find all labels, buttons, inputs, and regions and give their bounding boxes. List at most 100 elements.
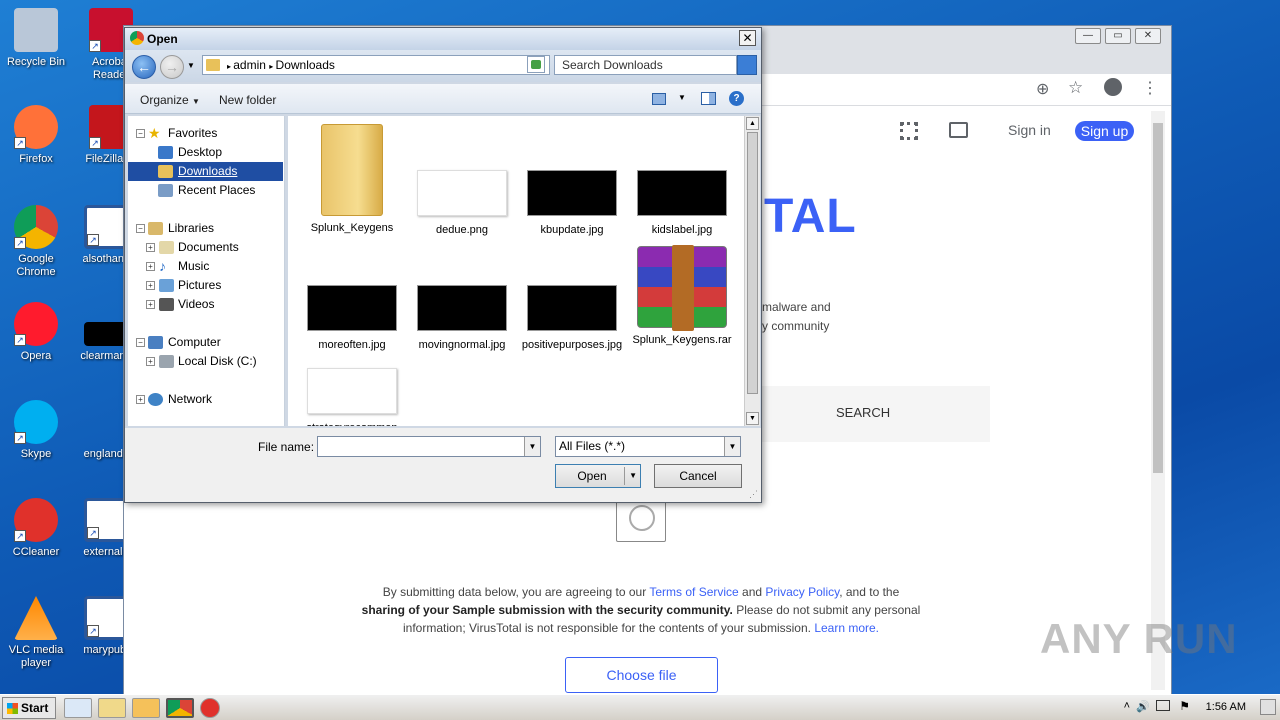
organize-button[interactable]: Organize ▼: [140, 93, 200, 107]
zoom-icon[interactable]: ⊕: [1036, 79, 1049, 99]
show-desktop-button[interactable]: [1260, 699, 1276, 715]
breadcrumb-downloads[interactable]: Downloads: [276, 58, 335, 72]
block-icon[interactable]: [200, 698, 220, 718]
file-item[interactable]: strategyrecommen: [300, 368, 404, 426]
expand-icon[interactable]: +: [136, 395, 145, 404]
dialog-titlebar[interactable]: Open ✕: [125, 28, 761, 50]
explorer-icon[interactable]: [98, 698, 126, 718]
file-item[interactable]: Splunk_Keygens.rar: [630, 245, 734, 347]
scrollbar-thumb[interactable]: [1153, 123, 1163, 473]
nav-local-disk[interactable]: + Local Disk (C:): [128, 352, 283, 371]
clock[interactable]: 1:56 AM: [1206, 701, 1246, 713]
cancel-button[interactable]: Cancel: [654, 464, 742, 488]
address-bar[interactable]: ▸ admin ▸ Downloads ▼: [202, 55, 550, 75]
ie-icon[interactable]: [64, 698, 92, 718]
resize-grip-icon[interactable]: ⋰: [749, 489, 758, 500]
dialog-close-button[interactable]: ✕: [739, 30, 756, 46]
image-thumbnail: [417, 285, 507, 331]
terms-of-service-link[interactable]: Terms of Service: [649, 585, 738, 599]
file-item[interactable]: moreoften.jpg: [300, 285, 404, 352]
desktop-icon-ccleaner[interactable]: ↗ CCleaner: [0, 498, 72, 559]
description-line: malware and: [762, 300, 831, 314]
chevron-down-icon[interactable]: ▼: [629, 465, 637, 487]
nav-music[interactable]: + ♪ Music: [128, 257, 283, 276]
signin-link[interactable]: Sign in: [1008, 122, 1051, 138]
file-type-select[interactable]: All Files (*.*) ▼: [555, 436, 741, 457]
breadcrumb-admin[interactable]: admin: [233, 58, 266, 72]
new-folder-button[interactable]: New folder: [219, 93, 276, 107]
expand-icon[interactable]: +: [146, 357, 155, 366]
expand-icon[interactable]: +: [146, 262, 155, 271]
flag-icon[interactable]: ⚑: [1179, 699, 1190, 713]
chevron-down-icon[interactable]: ▼: [524, 437, 540, 456]
desktop-icon-skype[interactable]: ↗ Skype: [0, 400, 72, 461]
chrome-taskbar-icon[interactable]: [166, 698, 194, 718]
privacy-policy-link[interactable]: Privacy Policy: [765, 585, 839, 599]
collapse-icon[interactable]: −: [136, 338, 145, 347]
tab-search[interactable]: SEARCH: [836, 405, 890, 420]
refresh-icon[interactable]: [527, 56, 545, 73]
network-tray-icon[interactable]: [1156, 700, 1170, 711]
nav-libraries[interactable]: − Libraries: [128, 219, 283, 238]
tray-expand-icon[interactable]: ˄: [1124, 700, 1130, 712]
file-list-scrollbar[interactable]: ▲ ▼: [744, 116, 760, 426]
nav-recent-places[interactable]: Recent Places: [128, 181, 283, 200]
start-button[interactable]: Start: [2, 697, 56, 719]
search-input[interactable]: Search Downloads: [554, 55, 737, 75]
expand-icon[interactable]: +: [146, 243, 155, 252]
file-item[interactable]: Splunk_Keygens: [300, 124, 404, 235]
search-icon[interactable]: [737, 55, 757, 75]
file-name: kidslabel.jpg: [651, 224, 713, 236]
feedback-icon[interactable]: [949, 122, 968, 138]
learn-more-link[interactable]: Learn more.: [814, 621, 879, 635]
expand-icon[interactable]: +: [146, 281, 155, 290]
star-icon[interactable]: ☆: [1068, 78, 1083, 98]
file-item[interactable]: dedue.png: [410, 170, 514, 237]
volume-icon[interactable]: 🔊: [1136, 700, 1150, 713]
virustotal-logo-text: TAL: [764, 190, 857, 243]
scrollbar-thumb[interactable]: [747, 132, 758, 394]
nav-desktop[interactable]: Desktop: [128, 143, 283, 162]
page-scrollbar[interactable]: [1151, 111, 1165, 690]
nav-pictures[interactable]: + Pictures: [128, 276, 283, 295]
nav-computer[interactable]: − Computer: [128, 333, 283, 352]
minimize-button[interactable]: —: [1075, 28, 1101, 44]
open-button[interactable]: Open ▼: [555, 464, 641, 488]
file-item[interactable]: kbupdate.jpg: [520, 170, 624, 237]
desktop-icon-vlc[interactable]: VLC media player: [0, 596, 72, 670]
file-item[interactable]: movingnormal.jpg: [410, 285, 514, 352]
scroll-down-icon[interactable]: ▼: [746, 412, 759, 425]
media-player-icon[interactable]: [132, 698, 160, 718]
chevron-down-icon[interactable]: ▼: [724, 437, 740, 456]
forward-button[interactable]: →: [160, 55, 184, 79]
scroll-up-icon[interactable]: ▲: [746, 117, 759, 130]
file-item[interactable]: kidslabel.jpg: [630, 170, 734, 237]
desktop-icon-opera[interactable]: ↗ Opera: [0, 302, 72, 363]
kebab-menu-icon[interactable]: ⋮: [1142, 78, 1158, 98]
nav-documents[interactable]: + Documents: [128, 238, 283, 257]
signup-button[interactable]: Sign up: [1075, 121, 1134, 141]
profile-icon[interactable]: [1104, 78, 1122, 96]
expand-icon[interactable]: +: [146, 300, 155, 309]
recent-locations-chevron-icon[interactable]: ▼: [187, 61, 195, 70]
view-options-icon[interactable]: [652, 93, 666, 105]
preview-pane-icon[interactable]: [701, 92, 716, 105]
nav-videos[interactable]: + Videos: [128, 295, 283, 314]
close-button[interactable]: ✕: [1135, 28, 1161, 44]
file-name-input[interactable]: ▼: [317, 436, 541, 457]
desktop-icon-recycle-bin[interactable]: Recycle Bin: [0, 8, 72, 69]
help-icon[interactable]: ?: [729, 91, 744, 106]
file-item[interactable]: positivepurposes.jpg: [520, 285, 624, 352]
back-button[interactable]: ←: [132, 55, 156, 79]
apps-grid-icon[interactable]: [900, 122, 918, 140]
nav-downloads[interactable]: Downloads: [128, 162, 283, 181]
nav-network[interactable]: + Network: [128, 390, 283, 409]
collapse-icon[interactable]: −: [136, 224, 145, 233]
maximize-button[interactable]: ▭: [1105, 28, 1131, 44]
desktop-icon-chrome[interactable]: ↗ Google Chrome: [0, 205, 72, 279]
nav-favorites[interactable]: − ★ Favorites: [128, 124, 283, 143]
collapse-icon[interactable]: −: [136, 129, 145, 138]
chevron-down-icon[interactable]: ▼: [678, 93, 686, 102]
choose-file-button[interactable]: Choose file: [565, 657, 718, 693]
desktop-icon-firefox[interactable]: ↗ Firefox: [0, 105, 72, 166]
